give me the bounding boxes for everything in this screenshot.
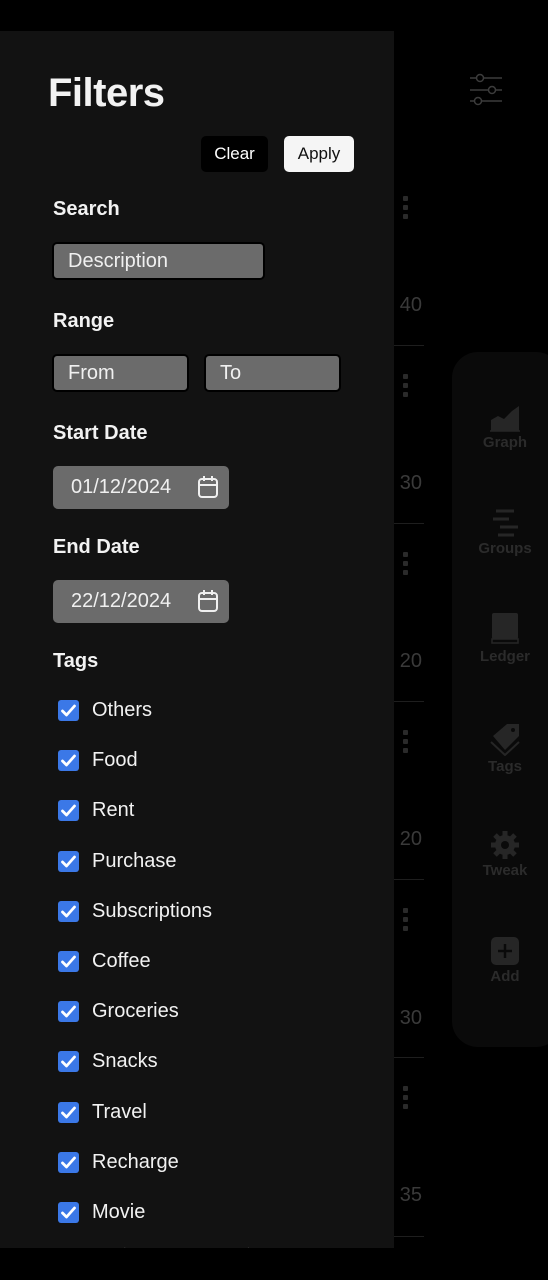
tag-checkbox-row[interactable]: Movie: [58, 1199, 145, 1225]
checkmark-icon: [61, 1055, 76, 1067]
nav-item-tweak[interactable]: Tweak: [452, 830, 548, 879]
range-label: Range: [53, 310, 115, 332]
row-menu-icon[interactable]: [403, 196, 409, 223]
row-divider: [394, 879, 424, 880]
nav-label: Graph: [482, 434, 528, 451]
tag-label: Coffee: [92, 949, 151, 972]
row-divider: [394, 701, 424, 702]
nav-item-ledger[interactable]: Ledger: [452, 612, 548, 665]
nav-label: Tweak: [482, 862, 528, 879]
tag-checkbox-row[interactable]: Others: [58, 697, 152, 723]
tag-checkbox-row[interactable]: Subscriptions: [58, 898, 212, 924]
nav-label: Ledger: [479, 648, 530, 665]
nav-item-add[interactable]: Add: [452, 936, 548, 985]
nav-label: Tags: [488, 758, 522, 775]
checkbox-checked[interactable]: [58, 1000, 79, 1022]
calendar-icon[interactable]: [197, 589, 219, 613]
row-divider: [394, 1057, 424, 1058]
tag-checkbox-row[interactable]: Groceries: [58, 998, 179, 1024]
checkbox-checked[interactable]: [58, 799, 79, 821]
row-divider: [394, 523, 424, 524]
row-divider: [394, 345, 424, 346]
apply-button[interactable]: Apply: [284, 136, 354, 172]
checkbox-checked[interactable]: [58, 1101, 79, 1123]
checkbox-checked[interactable]: [58, 749, 79, 771]
tag-label: Movie: [92, 1200, 146, 1223]
search-input[interactable]: Description: [52, 242, 265, 280]
tags-label: Tags: [53, 650, 99, 672]
checkmark-icon: [61, 704, 76, 716]
tags-icon: [490, 724, 520, 756]
side-navigation: Graph Groups Ledger Tags Tweak Add: [452, 352, 548, 1047]
tag-checkbox-row[interactable]: Travel: [58, 1099, 147, 1125]
tag-label: Snacks: [92, 1049, 158, 1072]
clear-button[interactable]: Clear: [201, 136, 268, 172]
tag-label: Subscriptions: [92, 899, 213, 922]
checkbox-checked[interactable]: [58, 699, 79, 721]
checkbox-checked[interactable]: [58, 900, 79, 922]
tag-checkbox-row[interactable]: Snacks: [58, 1048, 158, 1074]
start-date-value: 01/12/2024: [71, 476, 172, 498]
filters-drawer: Filters Clear Apply Search Description R…: [0, 31, 394, 1248]
checkmark-icon: [61, 905, 76, 917]
calendar-icon[interactable]: [197, 475, 219, 499]
checkmark-icon: [61, 1106, 76, 1118]
row-menu-icon[interactable]: [403, 730, 409, 757]
range-to-input[interactable]: To: [204, 354, 341, 392]
row-divider: [394, 1236, 424, 1237]
nav-label: Add: [490, 968, 520, 985]
tag-label: Others: [92, 698, 153, 721]
row-menu-icon[interactable]: [403, 552, 409, 579]
row-menu-icon[interactable]: [403, 1086, 409, 1113]
filter-sliders-icon[interactable]: [468, 72, 504, 110]
tag-checkbox-row[interactable]: Coffee: [58, 948, 151, 974]
checkmark-icon: [61, 1005, 76, 1017]
checkbox-checked[interactable]: [58, 850, 79, 872]
checkbox-checked[interactable]: [58, 1201, 79, 1223]
nav-label: Groups: [478, 540, 532, 557]
end-date-label: End Date: [53, 536, 140, 558]
checkmark-icon: [61, 955, 76, 967]
gear-icon: [491, 831, 519, 859]
tag-checkbox-row[interactable]: Rent: [58, 797, 134, 823]
tag-checkbox-row[interactable]: Purchase: [58, 848, 177, 874]
range-from-input[interactable]: From: [52, 354, 189, 392]
tag-label: Rent: [92, 798, 135, 821]
checkbox-checked[interactable]: [58, 1151, 79, 1173]
checkmark-icon: [61, 754, 76, 766]
add-square-icon: [491, 937, 519, 965]
checkmark-icon: [61, 804, 76, 816]
tag-label: Food: [92, 748, 138, 771]
row-menu-icon[interactable]: [403, 374, 409, 401]
nav-item-graph[interactable]: Graph: [452, 404, 548, 451]
groups-list-icon: [493, 509, 518, 537]
tag-label: Purchase: [92, 849, 177, 872]
start-date-label: Start Date: [53, 422, 148, 444]
nav-item-groups[interactable]: Groups: [452, 508, 548, 557]
end-date-value: 22/12/2024: [71, 590, 172, 612]
tag-checkbox-row[interactable]: Recharge: [58, 1149, 179, 1175]
tag-label: Groceries: [92, 999, 179, 1022]
checkbox-checked[interactable]: [58, 1050, 79, 1072]
checkmark-icon: [61, 855, 76, 867]
checkbox-checked[interactable]: [58, 950, 79, 972]
end-date-input[interactable]: 22/12/2024: [53, 580, 229, 623]
tag-label: Recharge: [92, 1150, 179, 1173]
checkmark-icon: [61, 1206, 76, 1218]
chart-area-icon: [490, 406, 520, 432]
book-icon: [491, 613, 519, 644]
tag-label: Travel: [92, 1100, 147, 1123]
nav-item-tags[interactable]: Tags: [452, 722, 548, 775]
row-menu-icon[interactable]: [403, 908, 409, 935]
cutoff-next-item: ·: · :: [92, 1245, 278, 1248]
drawer-title: Filters: [48, 71, 165, 115]
checkmark-icon: [61, 1156, 76, 1168]
search-label: Search: [53, 198, 120, 220]
tag-checkbox-row[interactable]: Food: [58, 747, 138, 773]
start-date-input[interactable]: 01/12/2024: [53, 466, 229, 509]
